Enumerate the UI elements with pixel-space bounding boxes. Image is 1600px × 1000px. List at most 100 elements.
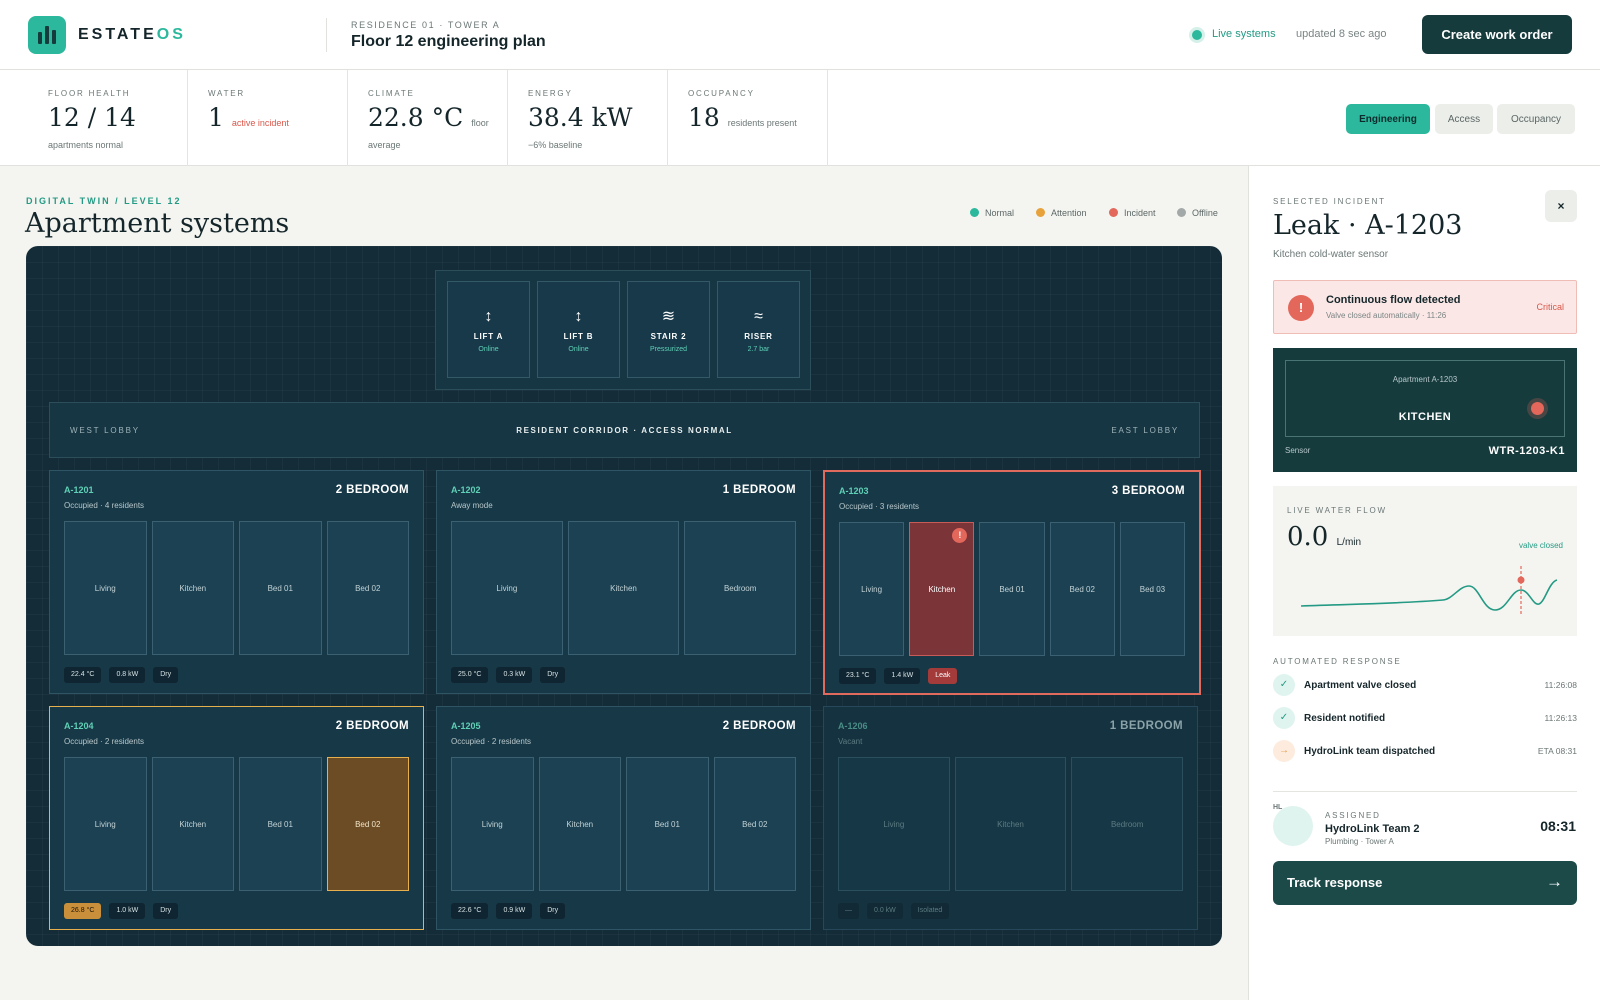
attention-dot-icon xyxy=(1036,208,1045,217)
floor-plan-map: ↕ LIFT A Online ↕ LIFT B Online ≋ STAIR … xyxy=(26,246,1222,946)
legend-attention: Attention xyxy=(1036,208,1087,218)
room[interactable]: Bed 01 xyxy=(979,522,1045,656)
metric-sub: average xyxy=(368,140,401,150)
apartment-id: A-1204 xyxy=(64,721,94,731)
apartment-id: A-1206 xyxy=(838,721,868,731)
assigned-sub: Plumbing · Tower A xyxy=(1325,837,1394,846)
room[interactable]: Kitchen xyxy=(538,757,621,891)
metric-value: 1 active incident xyxy=(208,103,289,132)
room[interactable]: Living xyxy=(64,757,147,891)
temperature-tag: 22.4 °C xyxy=(64,667,102,683)
assigned-team: HydroLink Team 2 xyxy=(1325,823,1420,835)
page-title: Floor 12 engineering plan xyxy=(351,33,546,50)
room[interactable]: Living xyxy=(839,522,905,656)
apartment-a-1202[interactable]: A-1202 Away mode 1 BEDROOM Living Kitche… xyxy=(436,470,811,694)
offline-dot-icon xyxy=(1177,208,1186,217)
response-text: HydroLink team dispatched xyxy=(1304,746,1436,757)
room[interactable]: Bed 01 xyxy=(239,521,322,655)
temperature-tag: 22.6 °C xyxy=(451,903,489,919)
logo-icon xyxy=(28,16,66,54)
room[interactable]: Kitchen xyxy=(151,521,234,655)
metric-inline: floor xyxy=(471,118,489,128)
flow-sparkline xyxy=(1300,566,1558,614)
metric-floor-health: FLOOR HEALTH 12 / 14 apartments normal xyxy=(28,70,188,166)
twin-eyebrow: DIGITAL TWIN / LEVEL 12 xyxy=(26,196,182,206)
apartment-a-1205[interactable]: A-1205 Occupied · 2 residents 2 BEDROOM … xyxy=(436,706,811,930)
core-stair-2[interactable]: ≋ STAIR 2 Pressurized xyxy=(627,281,710,378)
room[interactable]: Bed 02 xyxy=(1049,522,1115,656)
room[interactable]: Bedroom xyxy=(1071,757,1184,891)
breadcrumb: RESIDENCE 01 · TOWER A xyxy=(351,20,501,30)
room[interactable]: Kitchen xyxy=(151,757,234,891)
energy-tag: 1.0 kW xyxy=(109,903,146,919)
room[interactable]: Bed 01 xyxy=(626,757,709,891)
apartment-type: 2 BEDROOM xyxy=(722,720,796,732)
apartment-a-1203[interactable]: A-1203 Occupied · 3 residents 3 BEDROOM … xyxy=(823,470,1201,695)
room[interactable]: Bedroom xyxy=(684,521,797,655)
apartment-status: Occupied · 2 residents xyxy=(64,737,145,746)
room[interactable]: Living xyxy=(838,757,950,891)
response-item: → HydroLink team dispatched ETA 08:31 xyxy=(1273,740,1577,764)
avatar: HL xyxy=(1273,804,1313,846)
energy-tag: 1.4 kW xyxy=(884,668,921,684)
room[interactable]: Living xyxy=(64,521,147,655)
energy-tag: 0.8 kW xyxy=(109,667,146,683)
divider xyxy=(1273,791,1577,792)
lift-icon: ↕ xyxy=(574,308,583,325)
close-icon[interactable]: × xyxy=(1545,190,1577,222)
track-response-button[interactable]: Track response → xyxy=(1273,861,1577,905)
apartment-type: 1 BEDROOM xyxy=(1109,720,1183,732)
track-label: Track response xyxy=(1287,875,1383,890)
temperature-tag: 26.8 °C xyxy=(64,903,102,919)
apartment-id: A-1201 xyxy=(64,485,94,495)
room[interactable]: Bed 01 xyxy=(239,757,322,891)
flow-event-dot xyxy=(1517,576,1525,584)
room[interactable]: Living xyxy=(451,521,563,655)
apartment-id: A-1205 xyxy=(451,721,481,731)
tab-access[interactable]: Access xyxy=(1435,104,1493,134)
room[interactable]: Bed 03 xyxy=(1119,522,1186,656)
tab-occupancy[interactable]: Occupancy xyxy=(1497,104,1575,134)
water-tag: Dry xyxy=(540,903,566,919)
core-lift-b[interactable]: ↕ LIFT B Online xyxy=(537,281,620,378)
water-tag: Dry xyxy=(540,667,566,683)
apartment-a-1206[interactable]: A-1206 Vacant 1 BEDROOM Living Kitchen B… xyxy=(823,706,1198,930)
apartment-a-1204[interactable]: A-1204 Occupied · 2 residents 2 BEDROOM … xyxy=(49,706,424,930)
room[interactable]: Bed 02 xyxy=(326,521,409,655)
incident-dot-icon xyxy=(1109,208,1118,217)
core-status: Online xyxy=(478,346,499,353)
metric-label: WATER xyxy=(208,89,245,98)
apartment-type: 2 BEDROOM xyxy=(335,484,409,496)
room[interactable]: Bed 02 xyxy=(713,757,796,891)
create-work-order-button[interactable]: Create work order xyxy=(1422,15,1572,54)
room[interactable]: Living xyxy=(451,757,534,891)
alert-severity: Critical xyxy=(1536,302,1564,312)
metric-value: 12 / 14 xyxy=(48,103,136,132)
brand-name: ESTATEOS xyxy=(78,26,186,43)
check-icon: ✓ xyxy=(1273,707,1295,729)
temperature-tag: 23.1 °C xyxy=(839,668,877,684)
apartment-type: 1 BEDROOM xyxy=(722,484,796,496)
arrow-right-icon: → xyxy=(1273,740,1295,762)
tab-engineering[interactable]: Engineering xyxy=(1346,104,1430,134)
room[interactable]: Kitchen xyxy=(567,521,680,655)
top-header: ESTATEOS RESIDENCE 01 · TOWER A Floor 12… xyxy=(0,0,1600,70)
core-lift-a[interactable]: ↕ LIFT A Online xyxy=(447,281,530,378)
response-text: Resident notified xyxy=(1304,713,1386,724)
room-leak[interactable]: Kitchen! xyxy=(909,522,975,656)
avatar-initials: HL xyxy=(1273,804,1283,811)
response-time: 11:26:13 xyxy=(1544,713,1577,723)
metric-label: FLOOR HEALTH xyxy=(48,89,131,98)
response-item: ✓ Resident notified 11:26:13 xyxy=(1273,707,1577,731)
flow-sparkline-line xyxy=(1300,579,1558,611)
alert-icon: ! xyxy=(1288,295,1314,321)
water-tag: Dry xyxy=(153,667,179,683)
apartment-status: Occupied · 4 residents xyxy=(64,501,145,510)
room[interactable]: Kitchen xyxy=(954,757,1067,891)
incident-panel: SELECTED INCIDENT Leak · A-1203 Kitchen … xyxy=(1248,166,1600,1000)
core-riser[interactable]: ≈ RISER 2.7 bar xyxy=(717,281,800,378)
building-core: ↕ LIFT A Online ↕ LIFT B Online ≋ STAIR … xyxy=(435,270,811,390)
response-time: ETA 08:31 xyxy=(1537,746,1577,756)
apartment-a-1201[interactable]: A-1201 Occupied · 4 residents 2 BEDROOM … xyxy=(49,470,424,694)
room-attention[interactable]: Bed 02 xyxy=(326,757,409,891)
